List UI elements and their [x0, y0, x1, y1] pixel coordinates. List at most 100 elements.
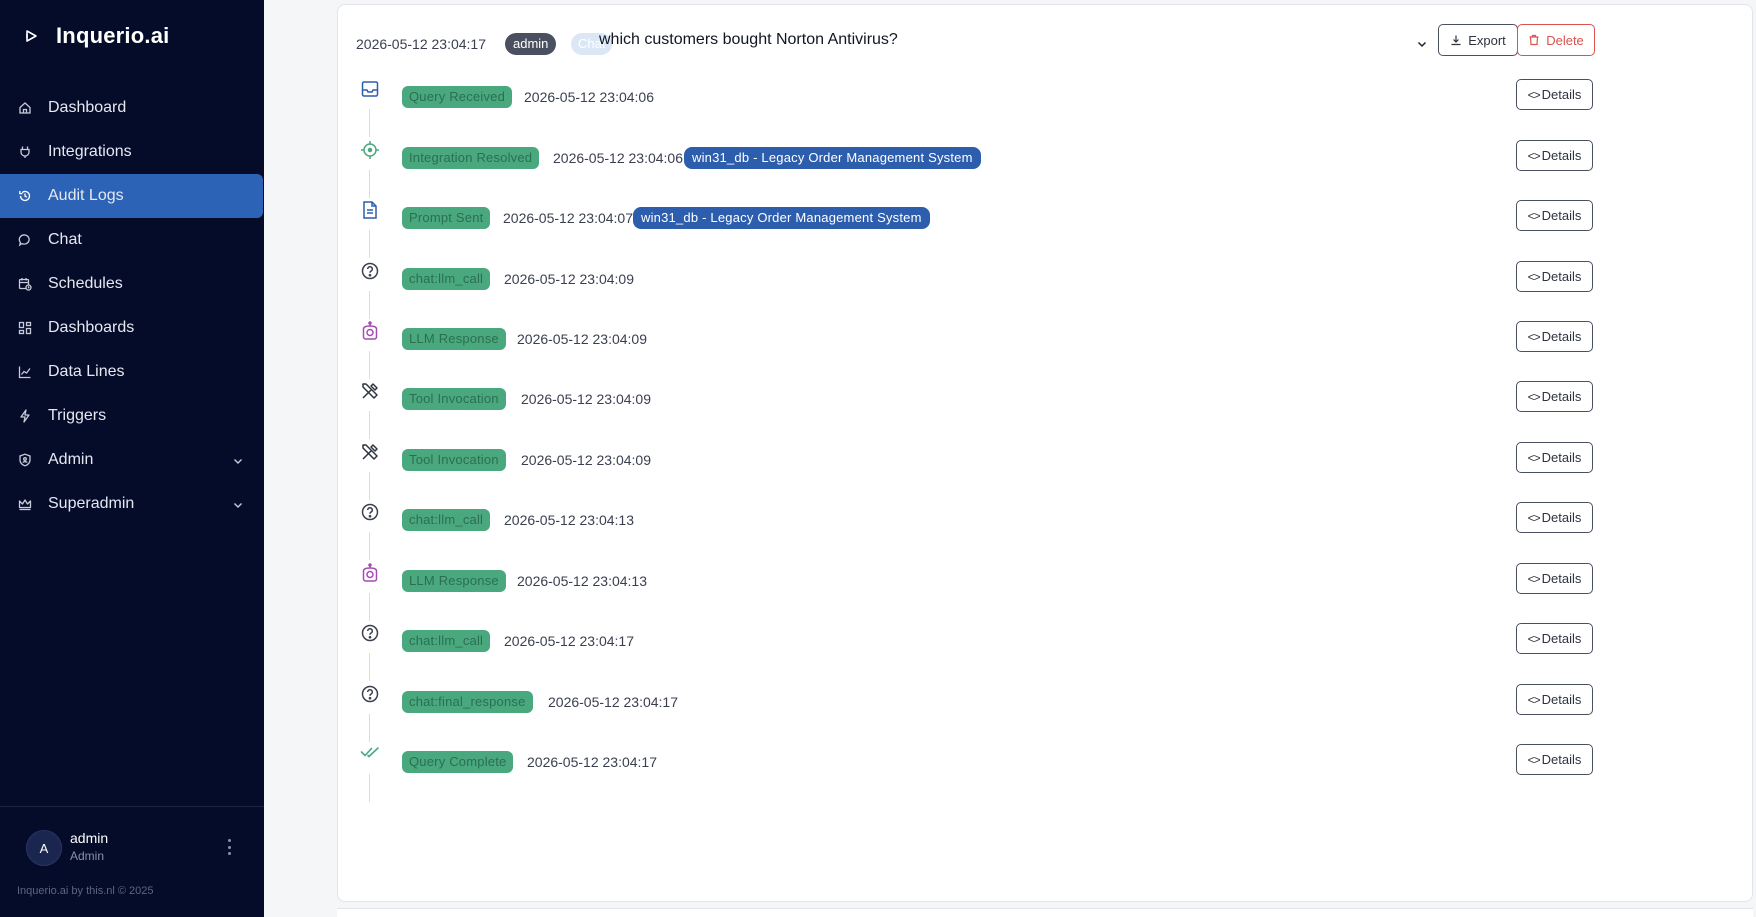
chevron-down-icon[interactable] [232, 498, 244, 510]
code-icon: <> [1527, 87, 1541, 102]
code-icon: <> [1527, 631, 1541, 646]
crown-icon [18, 497, 32, 511]
double-check-icon [360, 742, 380, 762]
question-icon [360, 623, 380, 643]
integration-badge: win31_db - Legacy Order Management Syste… [633, 207, 930, 229]
event-time: 2026-05-12 23:04:07 [503, 210, 633, 226]
sidebar-item-data-lines[interactable]: Data Lines [0, 350, 264, 394]
main-content: 2026-05-12 23:04:17 admin Chat which cus… [264, 0, 1756, 917]
timeline-row: Query Received 2026-05-12 23:04:06 <> Det… [338, 79, 1754, 143]
trash-icon [1529, 34, 1539, 46]
tools-icon [360, 442, 380, 462]
download-icon [1451, 35, 1461, 46]
event-time: 2026-05-12 23:04:17 [527, 754, 657, 770]
log-query: which customers bought Norton Antivirus? [599, 31, 898, 48]
sidebar-item-label: Dashboards [48, 319, 135, 336]
sidebar-item-label: Triggers [48, 407, 107, 424]
user-badge: admin [505, 33, 557, 55]
robot-icon [360, 563, 380, 583]
sidebar-item-integrations[interactable]: Integrations [0, 130, 264, 174]
chat-icon [18, 233, 32, 247]
collapse-chevron-icon[interactable] [1416, 37, 1428, 49]
details-label: Details [1541, 450, 1582, 465]
details-button[interactable]: <> Details [1516, 140, 1593, 171]
details-button[interactable]: <> Details [1516, 684, 1593, 715]
details-button[interactable]: <> Details [1516, 200, 1593, 231]
sidebar-item-label: Admin [48, 451, 94, 468]
sidebar-item-label: Audit Logs [48, 187, 124, 204]
details-button[interactable]: <> Details [1516, 261, 1593, 292]
details-button[interactable]: <> Details [1516, 623, 1593, 654]
robot-icon [360, 321, 380, 341]
event-time: 2026-05-12 23:04:09 [517, 331, 647, 347]
code-icon: <> [1527, 692, 1541, 707]
sidebar-item-admin[interactable]: Admin [0, 438, 264, 482]
details-label: Details [1541, 208, 1582, 223]
sidebar-item-superadmin[interactable]: Superadmin [0, 482, 264, 526]
home-icon [18, 101, 32, 115]
timeline-row: chat:llm_call 2026-05-12 23:04:13 <> Deta… [338, 502, 1754, 566]
details-button[interactable]: <> Details [1516, 79, 1593, 110]
event-time: 2026-05-12 23:04:09 [521, 391, 651, 407]
event-time: 2026-05-12 23:04:09 [504, 271, 634, 287]
event-badge: Tool Invocation [402, 388, 506, 410]
details-label: Details [1541, 329, 1582, 344]
play-logo-icon [24, 29, 38, 43]
sidebar-item-schedules[interactable]: Schedules [0, 262, 264, 306]
timeline-row: LLM Response 2026-05-12 23:04:09 <> Detai… [338, 321, 1754, 385]
code-icon: <> [1527, 389, 1541, 404]
details-button[interactable]: <> Details [1516, 563, 1593, 594]
export-button[interactable]: Export [1438, 24, 1518, 56]
details-button[interactable]: <> Details [1516, 321, 1593, 352]
bolt-icon [18, 409, 32, 423]
delete-label: Delete [1546, 32, 1584, 48]
event-badge: Query Complete [402, 751, 514, 773]
details-label: Details [1541, 148, 1582, 163]
details-label: Details [1541, 389, 1582, 404]
chevron-down-icon[interactable] [232, 454, 244, 466]
timeline-row: Tool Invocation 2026-05-12 23:04:09 <> De… [338, 381, 1754, 445]
user-role: Admin [70, 849, 105, 863]
inbox-icon [360, 79, 380, 99]
delete-button[interactable]: Delete [1517, 24, 1595, 56]
details-button[interactable]: <> Details [1516, 744, 1593, 775]
code-icon: <> [1527, 450, 1541, 465]
code-icon: <> [1527, 571, 1541, 586]
sidebar-item-dashboard[interactable]: Dashboard [0, 86, 264, 130]
sidebar-item-label: Superadmin [48, 495, 135, 512]
crosshair-icon [360, 140, 380, 160]
grid-icon [18, 321, 32, 335]
sidebar-item-dashboards[interactable]: Dashboards [0, 306, 264, 350]
code-icon: <> [1527, 148, 1541, 163]
sidebar-item-audit-logs[interactable]: Audit Logs [0, 174, 263, 218]
tools-icon [360, 381, 380, 401]
sidebar: Inquerio.ai Dashboard Integrations Audit… [0, 0, 264, 917]
details-button[interactable]: <> Details [1516, 381, 1593, 412]
event-badge: Prompt Sent [402, 207, 491, 229]
event-time: 2026-05-12 23:04:06 [524, 89, 654, 105]
timeline-row: Query Complete 2026-05-12 23:04:17 <> Det… [338, 744, 1754, 808]
sidebar-item-chat[interactable]: Chat [0, 218, 264, 262]
brand[interactable]: Inquerio.ai [24, 20, 169, 52]
timeline-row: Integration Resolved 2026-05-12 23:04:06… [338, 140, 1754, 204]
code-icon: <> [1527, 752, 1541, 767]
timeline-row: chat:llm_call 2026-05-12 23:04:09 <> Deta… [338, 261, 1754, 325]
user-name: admin [70, 830, 109, 846]
details-button[interactable]: <> Details [1516, 502, 1593, 533]
document-icon [360, 200, 380, 220]
details-label: Details [1541, 752, 1582, 767]
history-icon [18, 189, 32, 203]
copyright-text: Inquerio.ai by this.nl © 2025 [17, 885, 154, 897]
avatar[interactable]: A [26, 830, 62, 866]
more-vertical-icon[interactable] [224, 837, 234, 857]
brand-name: Inquerio.ai [56, 23, 170, 48]
timeline-row: Prompt Sent 2026-05-12 23:04:07 win31_db… [338, 200, 1754, 264]
event-time: 2026-05-12 23:04:17 [504, 633, 634, 649]
event-badge: chat:llm_call [402, 509, 491, 531]
next-card-edge [337, 908, 1753, 917]
sidebar-item-triggers[interactable]: Triggers [0, 394, 264, 438]
timeline-row: LLM Response 2026-05-12 23:04:13 <> Detai… [338, 563, 1754, 627]
details-button[interactable]: <> Details [1516, 442, 1593, 473]
event-time: 2026-05-12 23:04:13 [517, 573, 647, 589]
sidebar-item-label: Integrations [48, 143, 132, 160]
